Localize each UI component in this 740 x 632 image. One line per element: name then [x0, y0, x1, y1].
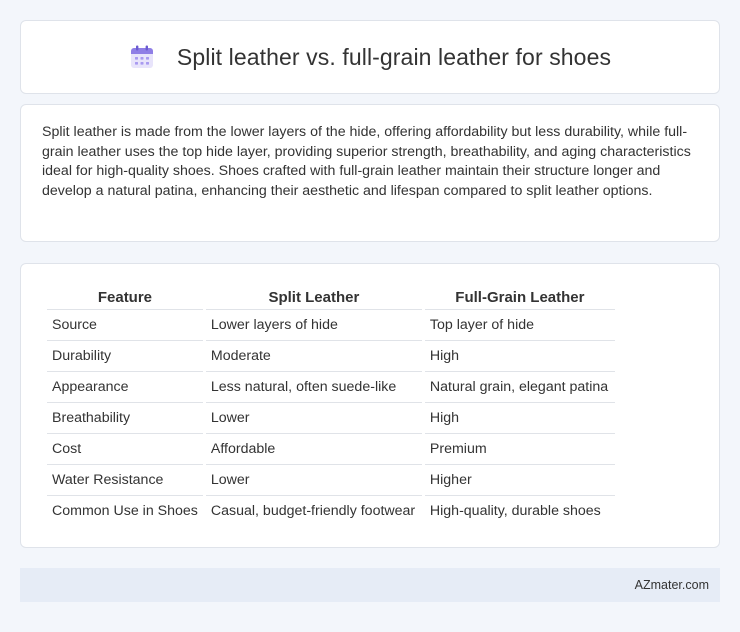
split-leather-cell: Less natural, often suede-like [205, 371, 422, 402]
full-grain-leather-cell: High-quality, durable shoes [424, 495, 615, 526]
table-row: Water Resistance Lower Higher [47, 464, 615, 495]
full-grain-leather-cell: High [424, 402, 615, 433]
feature-cell: Source [47, 309, 203, 340]
full-grain-leather-cell: Natural grain, elegant patina [424, 371, 615, 402]
table-row: Appearance Less natural, often suede-lik… [47, 371, 615, 402]
feature-cell: Common Use in Shoes [47, 495, 203, 526]
title-card: Split leather vs. full-grain leather for… [20, 20, 720, 94]
split-leather-cell: Moderate [205, 340, 422, 371]
table-row: Durability Moderate High [47, 340, 615, 371]
summary-text: Split leather is made from the lower lay… [42, 124, 691, 199]
page-title: Split leather vs. full-grain leather for… [176, 43, 612, 70]
split-leather-cell: Affordable [205, 433, 422, 464]
feature-cell: Durability [47, 340, 203, 371]
feature-cell: Water Resistance [47, 464, 203, 495]
feature-cell: Breathability [47, 402, 203, 433]
split-leather-cell: Lower layers of hide [205, 309, 422, 340]
footer: AZmater.com [20, 568, 720, 602]
table-row: Source Lower layers of hide Top layer of… [47, 309, 615, 340]
feature-cell: Cost [47, 433, 203, 464]
full-grain-leather-cell: Higher [424, 464, 615, 495]
comparison-card: Feature Split Leather Full-Grain Leather… [20, 263, 720, 548]
comparison-table: Feature Split Leather Full-Grain Leather… [44, 286, 618, 526]
column-header-split-leather: Split Leather [268, 289, 360, 306]
table-row: Cost Affordable Premium [47, 433, 615, 464]
table-header-row: Feature Split Leather Full-Grain Leather [47, 286, 615, 309]
split-leather-cell: Lower [205, 402, 422, 433]
full-grain-leather-cell: Premium [424, 433, 615, 464]
column-header-feature: Feature [97, 289, 153, 306]
feature-cell: Appearance [47, 371, 203, 402]
split-leather-cell: Lower [205, 464, 422, 495]
summary-card: Split leather is made from the lower lay… [20, 104, 720, 242]
calendar-icon [129, 44, 155, 70]
full-grain-leather-cell: Top layer of hide [424, 309, 615, 340]
split-leather-cell: Casual, budget-friendly footwear [205, 495, 422, 526]
full-grain-leather-cell: High [424, 340, 615, 371]
table-row: Common Use in Shoes Casual, budget-frien… [47, 495, 615, 526]
table-row: Breathability Lower High [47, 402, 615, 433]
column-header-full-grain-leather: Full-Grain Leather [455, 289, 585, 306]
footer-brand[interactable]: AZmater.com [635, 578, 709, 592]
